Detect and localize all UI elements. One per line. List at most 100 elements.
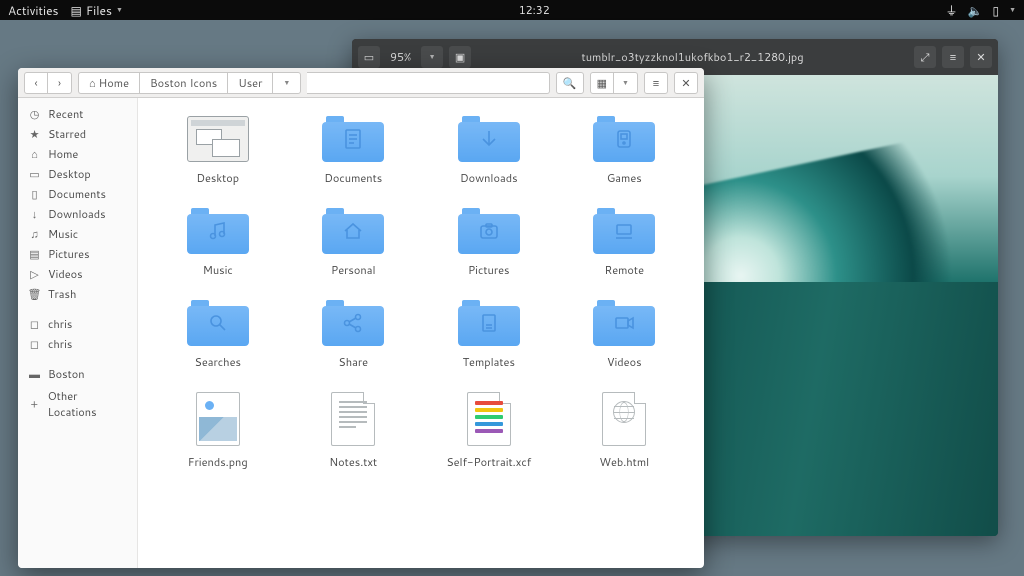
- sidebar-item-label: Music: [48, 226, 78, 242]
- path-empty[interactable]: [307, 72, 550, 94]
- clock-icon: ◷: [28, 108, 41, 121]
- sidebar-drive-chris[interactable]: ◻ chris: [18, 334, 137, 354]
- back-button[interactable]: ‹: [24, 72, 48, 94]
- item-label: Searches: [195, 354, 241, 370]
- view-options-button[interactable]: ▼: [614, 72, 638, 94]
- path-home-label: Home: [99, 75, 129, 91]
- folder-icon: [322, 116, 384, 162]
- path-home[interactable]: ⌂ Home: [78, 72, 139, 94]
- sidebar-desktop[interactable]: ▭Desktop: [18, 164, 137, 184]
- folder-downloads[interactable]: Downloads: [421, 116, 557, 186]
- sidebar-starred[interactable]: ★Starred: [18, 124, 137, 144]
- sidebar-bookmark-boston[interactable]: ▬ Boston: [18, 364, 137, 384]
- plus-icon: +: [28, 398, 41, 411]
- close-button[interactable]: ✕: [970, 46, 992, 68]
- activities-button[interactable]: Activities: [8, 2, 59, 19]
- file-self-portrait-xcf[interactable]: Self-Portrait.xcf: [421, 392, 557, 470]
- sidebar-item-label: Boston: [48, 366, 85, 382]
- text-file-icon: [331, 392, 375, 446]
- network-icon[interactable]: ⏚: [945, 2, 957, 19]
- sidebar-documents[interactable]: ▯Documents: [18, 184, 137, 204]
- folder-remote[interactable]: Remote: [557, 208, 693, 278]
- folder-documents[interactable]: Documents: [286, 116, 422, 186]
- image-file-icon: [196, 392, 240, 446]
- sidebar-downloads[interactable]: ↓ Downloads: [18, 204, 137, 224]
- folder-music[interactable]: Music: [150, 208, 286, 278]
- path-bar[interactable]: ⌂ Home Boston Icons User ▼: [78, 72, 301, 94]
- sidebar-recent[interactable]: ◷ Recent: [18, 104, 137, 124]
- folder-personal[interactable]: Personal: [286, 208, 422, 278]
- folder-icon: [458, 300, 520, 346]
- menu-button[interactable]: ≡: [942, 46, 964, 68]
- sidebar-item-label: Pictures: [48, 246, 90, 262]
- app-menu-label: Files: [86, 2, 112, 19]
- battery-icon[interactable]: ▯: [992, 2, 999, 19]
- path-seg-2[interactable]: User: [227, 72, 272, 94]
- folder-templates[interactable]: Templates: [421, 300, 557, 370]
- app-menu[interactable]: ▤ Files ▼: [71, 2, 123, 19]
- files-window: ‹ › ⌂ Home Boston Icons User ▼ 🔍 ▦ ▼ ≡ ✕…: [18, 68, 704, 568]
- zoom-in-button[interactable]: ▣: [449, 46, 471, 68]
- places-sidebar: ◷ Recent ★Starred ⌂Home ▭Desktop ▯Documen…: [18, 98, 138, 568]
- folder-desktop[interactable]: Desktop: [150, 116, 286, 186]
- folder-icon: [322, 208, 384, 254]
- file-friends-png[interactable]: Friends.png: [150, 392, 286, 470]
- forward-button[interactable]: ›: [48, 72, 72, 94]
- desktop-icon: [187, 116, 249, 162]
- folder-share[interactable]: Share: [286, 300, 422, 370]
- sidebar-videos[interactable]: ▷Videos: [18, 264, 137, 284]
- sidebar-item-label: Home: [48, 146, 78, 162]
- sidebar-pictures[interactable]: ▤ Pictures: [18, 244, 137, 264]
- sidebar-home[interactable]: ⌂Home: [18, 144, 137, 164]
- zoom-level[interactable]: 95%: [386, 49, 415, 65]
- sidebar-drive-chris[interactable]: ◻chris: [18, 314, 137, 334]
- close-button[interactable]: ✕: [674, 72, 698, 94]
- folder-pictures[interactable]: Pictures: [421, 208, 557, 278]
- folder-games[interactable]: Games: [557, 116, 693, 186]
- folder-icon: [187, 300, 249, 346]
- sidebar-item-label: Recent: [48, 106, 83, 122]
- pictures-icon: ▤: [28, 248, 41, 261]
- zoom-out-button[interactable]: ▭: [358, 46, 380, 68]
- list-view-button[interactable]: ≡: [644, 72, 668, 94]
- item-label: Music: [203, 262, 233, 278]
- drive-icon: ◻: [28, 338, 41, 351]
- volume-icon[interactable]: 🔈: [968, 2, 983, 19]
- search-button[interactable]: 🔍: [556, 72, 584, 94]
- path-seg-1[interactable]: Boston Icons: [139, 72, 227, 94]
- image-title: tumblr_o3tyzzknol1ukofkbo1_r2_1280.jpg: [477, 49, 908, 65]
- icon-view-button[interactable]: ▦: [590, 72, 614, 94]
- sidebar-trash[interactable]: 🗑Trash: [18, 284, 137, 304]
- sidebar-item-label: chris: [48, 336, 72, 352]
- path-dropdown[interactable]: ▼: [272, 72, 301, 94]
- item-label: Friends.png: [188, 454, 248, 470]
- clock[interactable]: 12:32: [123, 2, 946, 18]
- item-label: Pictures: [468, 262, 510, 278]
- item-label: Share: [338, 354, 368, 370]
- folder-icon: ▬: [28, 368, 41, 381]
- fullscreen-button[interactable]: ⤢: [914, 46, 936, 68]
- item-label: Self-Portrait.xcf: [446, 454, 531, 470]
- sidebar-music[interactable]: ♫Music: [18, 224, 137, 244]
- folder-icon: [458, 116, 520, 162]
- sidebar-item-label: Trash: [48, 286, 76, 302]
- chevron-down-icon[interactable]: ▼: [1009, 5, 1016, 15]
- sidebar-other-locations[interactable]: +Other Locations: [18, 394, 137, 414]
- folder-videos[interactable]: Videos: [557, 300, 693, 370]
- drive-icon: ◻: [28, 318, 41, 331]
- downloads-icon: ↓: [28, 208, 41, 221]
- sidebar-item-label: Downloads: [48, 206, 106, 222]
- zoom-dropdown[interactable]: ▼: [421, 46, 443, 68]
- item-label: Games: [607, 170, 642, 186]
- folder-icon: [593, 116, 655, 162]
- sidebar-item-label: Desktop: [48, 166, 91, 182]
- chevron-down-icon: ▼: [283, 78, 290, 88]
- sidebar-item-label: Starred: [48, 126, 86, 142]
- html-file-icon: [602, 392, 646, 446]
- file-web-html[interactable]: Web.html: [557, 392, 693, 470]
- item-label: Notes.txt: [329, 454, 377, 470]
- folder-searches[interactable]: Searches: [150, 300, 286, 370]
- file-notes-txt[interactable]: Notes.txt: [286, 392, 422, 470]
- icon-view[interactable]: Desktop Documents Downloads Games M: [138, 98, 704, 568]
- item-label: Remote: [604, 262, 644, 278]
